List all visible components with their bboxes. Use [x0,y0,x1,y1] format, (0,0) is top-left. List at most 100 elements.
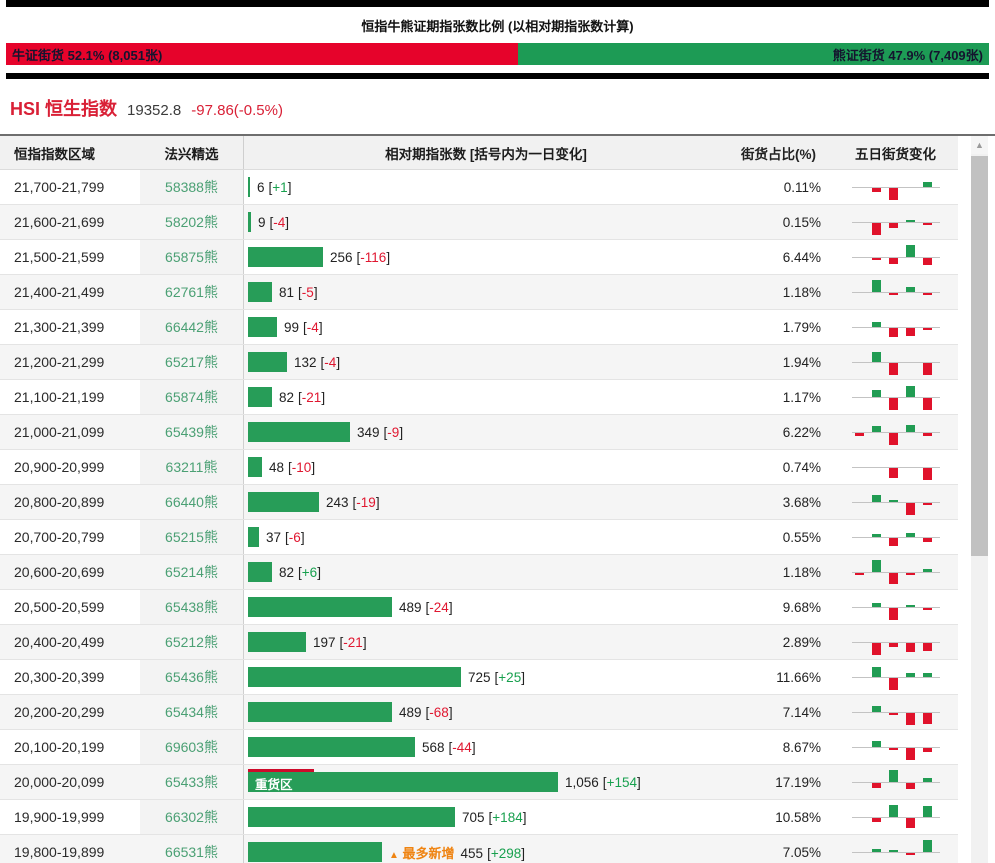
warrant-code-link[interactable]: 65434熊 [165,702,218,722]
spark-bar-up [906,287,915,292]
warrant-code-link[interactable]: 66440熊 [165,492,218,512]
warrant-code-link[interactable]: 65214熊 [165,562,218,582]
warrant-code-link[interactable]: 63211熊 [166,457,218,477]
warrant-code-cell[interactable]: 65875熊 [140,240,243,274]
warrant-code-link[interactable]: 66531熊 [165,842,218,862]
contracts-value: 37[-6] [266,530,305,545]
warrant-code-cell[interactable]: 65433熊 [140,765,243,799]
warrant-code-cell[interactable]: 66531熊 [140,835,243,863]
table-row[interactable]: 20,600-20,699 65214熊 82[+6] 1.18% [0,555,958,590]
table-row[interactable]: 21,700-21,799 58388熊 6[+1] 0.11% [0,170,958,205]
warrant-code-link[interactable]: 58388熊 [165,177,218,197]
table-row[interactable]: 21,500-21,599 65875熊 256[-116] 6.44% [0,240,958,275]
contracts-bar [248,667,461,687]
spark-bar-up [906,245,915,257]
spark-bar-up [889,850,898,852]
table-row[interactable]: 21,300-21,399 66442熊 99[-4] 1.79% [0,310,958,345]
table-row[interactable]: 21,600-21,699 58202熊 9[-4] 0.15% [0,205,958,240]
warrant-code-cell[interactable]: 66442熊 [140,310,243,344]
contracts-bar-wrap [248,352,287,372]
table-row[interactable]: 20,200-20,299 65434熊 489[-68] 7.14% [0,695,958,730]
warrant-code-link[interactable]: 65874熊 [165,387,218,407]
scroll-up-arrow-icon[interactable]: ▲ [971,136,988,154]
outstanding-pct-cell: 1.94% [728,355,833,370]
table-row[interactable]: 19,900-19,999 66302熊 705[+184] 10.58% [0,800,958,835]
table-row[interactable]: 20,500-20,599 65438熊 489[-24] 9.68% [0,590,958,625]
spark-bar-down [872,223,881,235]
index-range-cell: 20,800-20,899 [0,494,140,510]
spark-bar-up [906,605,915,607]
table-row[interactable]: 20,300-20,399 65436熊 725[+25] 11.66% [0,660,958,695]
outstanding-pct-cell: 17.19% [728,775,833,790]
warrant-code-cell[interactable]: 65438熊 [140,590,243,624]
warrant-code-link[interactable]: 65217熊 [165,352,218,372]
5day-sparkline-chart [852,173,940,201]
warrant-code-cell[interactable]: 65215熊 [140,520,243,554]
warrant-code-cell[interactable]: 65439熊 [140,415,243,449]
warrant-code-cell[interactable]: 66302熊 [140,800,243,834]
warrant-code-link[interactable]: 65436熊 [165,667,218,687]
table-row[interactable]: 20,800-20,899 66440熊 243[-19] 3.68% [0,485,958,520]
table-row[interactable]: 21,000-21,099 65439熊 349[-9] 6.22% [0,415,958,450]
index-range-cell: 20,300-20,399 [0,669,140,685]
spark-bar-down [906,503,915,515]
warrant-code-link[interactable]: 65212熊 [165,632,218,652]
contracts-cell: 568[-44] [243,730,728,764]
table-row[interactable]: 19,800-19,899 66531熊 ▲ 最多新增455[+298] 7.0… [0,835,958,863]
5day-sparkline-chart [852,313,940,341]
table-row[interactable]: 20,900-20,999 63211熊 48[-10] 0.74% [0,450,958,485]
5day-sparkline-cell [833,558,958,586]
warrant-code-cell[interactable]: 58388熊 [140,170,243,204]
spark-bar-down [906,328,915,336]
contracts-count: 82 [279,390,294,405]
warrant-code-link[interactable]: 65875熊 [165,247,218,267]
table-row[interactable]: 21,200-21,299 65217熊 132[-4] 1.94% [0,345,958,380]
spark-bar-down [923,608,932,610]
warrant-code-cell[interactable]: 65212熊 [140,625,243,659]
warrant-code-cell[interactable]: 58202熊 [140,205,243,239]
vertical-scrollbar[interactable]: ▲ [971,136,988,863]
spark-bar-down [872,258,881,260]
warrant-code-link[interactable]: 69603熊 [165,737,218,757]
contracts-value: 82[-21] [279,390,325,405]
spark-bar-up [872,603,881,607]
warrant-code-link[interactable]: 65215熊 [165,527,218,547]
spark-bar-up [889,805,898,817]
sparkline-baseline [852,782,940,783]
table-row[interactable]: 21,100-21,199 65874熊 82[-21] 1.17% [0,380,958,415]
contracts-count: 48 [269,460,284,475]
warrant-code-link[interactable]: 58202熊 [165,212,218,232]
table-row[interactable]: 20,400-20,499 65212熊 197[-21] 2.89% [0,625,958,660]
warrant-code-cell[interactable]: 65214熊 [140,555,243,589]
warrant-code-cell[interactable]: 65217熊 [140,345,243,379]
contracts-cell: 6[+1] [243,170,728,204]
5day-sparkline-cell [833,593,958,621]
warrant-code-cell[interactable]: 63211熊 [140,450,243,484]
outstanding-pct-cell: 2.89% [728,635,833,650]
warrant-code-cell[interactable]: 65436熊 [140,660,243,694]
outstanding-pct-cell: 1.18% [728,285,833,300]
warrant-code-cell[interactable]: 62761熊 [140,275,243,309]
warrant-code-link[interactable]: 65433熊 [165,772,218,792]
warrant-code-link[interactable]: 65439熊 [165,422,218,442]
warrant-code-cell[interactable]: 65874熊 [140,380,243,414]
warrant-code-link[interactable]: 65438熊 [165,597,218,617]
warrant-code-cell[interactable]: 65434熊 [140,695,243,729]
scrollbar-thumb[interactable] [971,156,988,556]
table-row[interactable]: 20,700-20,799 65215熊 37[-6] 0.55% [0,520,958,555]
spark-bar-down [906,783,915,789]
warrant-code-cell[interactable]: 69603熊 [140,730,243,764]
table-row[interactable]: 20,000-20,099 65433熊 重货区 1,056[+154] 17.… [0,765,958,800]
table-row[interactable]: 21,400-21,499 62761熊 81[-5] 1.18% [0,275,958,310]
contracts-bar [248,772,558,792]
5day-sparkline-cell [833,733,958,761]
contracts-count: 6 [257,180,265,195]
warrant-code-link[interactable]: 66302熊 [165,807,218,827]
warrant-code-cell[interactable]: 66440熊 [140,485,243,519]
table-row[interactable]: 20,100-20,199 69603熊 568[-44] 8.67% [0,730,958,765]
contracts-cell: 82[+6] [243,555,728,589]
warrant-code-link[interactable]: 62761熊 [165,282,218,302]
contracts-value: 48[-10] [269,460,315,475]
warrant-code-link[interactable]: 66442熊 [165,317,218,337]
contracts-bar [248,737,415,757]
